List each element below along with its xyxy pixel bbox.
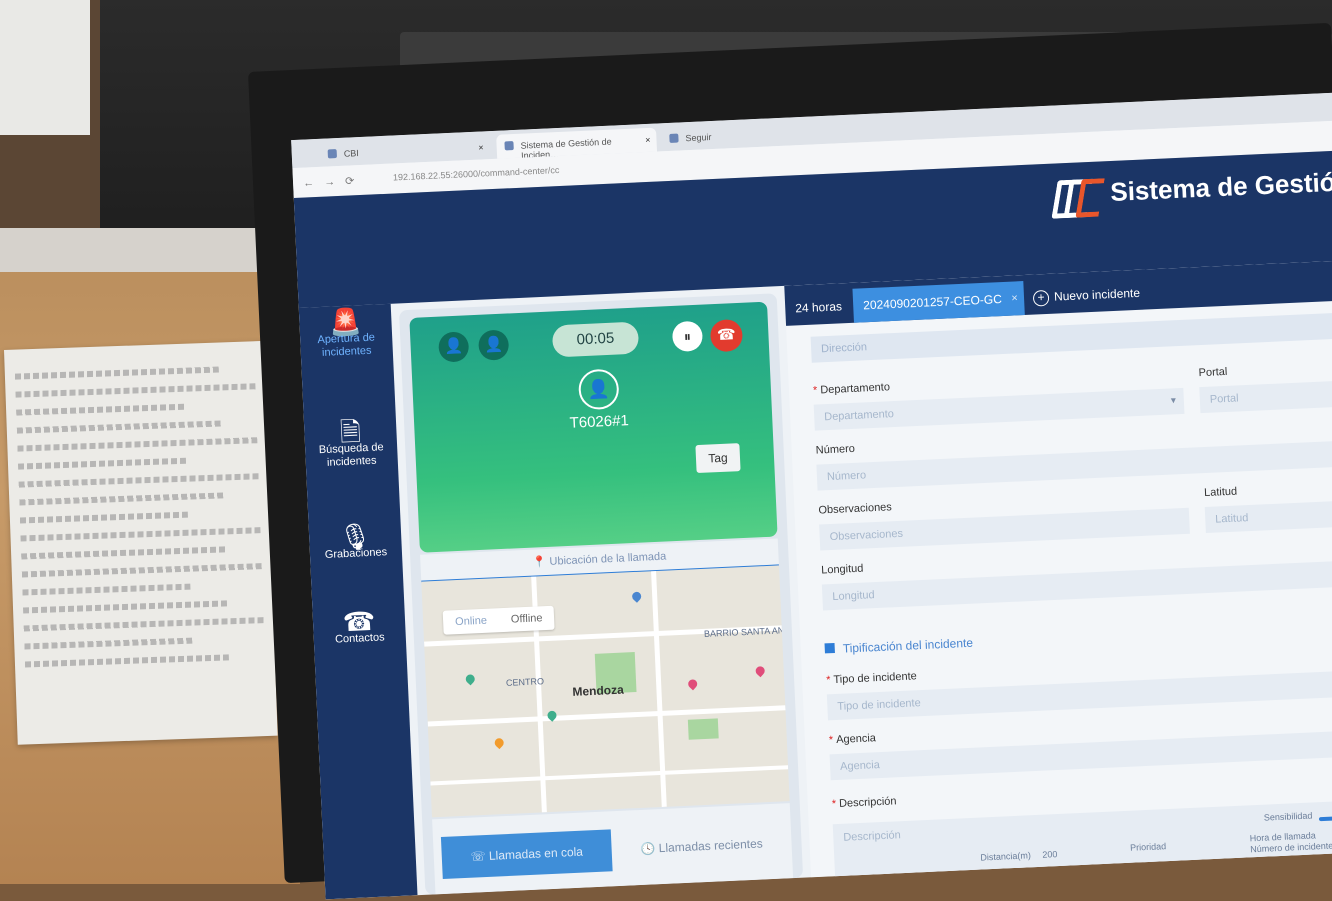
portal-input[interactable]: Portal: [1199, 380, 1332, 414]
longitud-label: Longitud: [820, 562, 864, 577]
distancia-value[interactable]: 200: [1042, 849, 1057, 860]
map-label: CENTRO: [505, 676, 545, 688]
observaciones-label: Observaciones: [818, 501, 893, 517]
map-pin-icon: [463, 672, 477, 686]
map-city-label: Mendoza: [572, 682, 625, 699]
tab-recent-calls[interactable]: 🕓 Llamadas recientes: [619, 822, 785, 871]
new-incident-button[interactable]: + Nuevo incidente: [1022, 275, 1150, 315]
latitud-input[interactable]: Latitud: [1204, 500, 1332, 534]
caller-id: T6026#1: [569, 412, 630, 432]
section-marker-icon: [824, 642, 835, 654]
sidebar-item-grabaciones[interactable]: 🎙 Grabaciones: [309, 520, 402, 563]
tipo-label: * Tipo de incidente: [825, 670, 918, 687]
caller-avatar-icon: 👤: [577, 368, 620, 411]
tab-favicon-icon: [669, 133, 679, 143]
map-pin-icon: [492, 736, 506, 750]
sidebar-item-contactos[interactable]: ☎ Contactos: [313, 605, 406, 647]
microphone-icon: 🎙: [338, 520, 373, 553]
sensibilidad-slider[interactable]: [1318, 815, 1332, 822]
sidebar: 🚨 Apertura de incidentes 🗎 Búsqueda de i…: [298, 303, 418, 900]
phone-icon: ☏: [470, 848, 490, 864]
incident-form-area: 24 horas 2024090201257-CEO-GC × + Nuevo i…: [784, 259, 1332, 885]
map-mode-online[interactable]: Online: [443, 608, 500, 635]
hang-up-button[interactable]: ☎: [709, 318, 744, 353]
monitor-bezel: CBI × Sistema de Gestión de Inciden… × S…: [248, 22, 1332, 900]
active-call-card: 👤 👤 00:05 ⏸ ☎ 👤 T6026#1 Tag: [409, 301, 778, 553]
sidebar-item-apertura[interactable]: 🚨 Apertura de incidentes: [299, 306, 393, 361]
departamento-label: * Departamento: [812, 381, 891, 397]
map-pin-icon: [630, 590, 644, 603]
agent-icon[interactable]: 👤: [477, 329, 510, 361]
app-title: Sistema de Gestión: [1109, 165, 1332, 207]
map-mode-offline[interactable]: Offline: [498, 606, 555, 632]
sidebar-item-busqueda[interactable]: 🗎 Búsqueda de incidentes: [304, 416, 398, 471]
plus-icon: +: [1032, 289, 1050, 307]
section-tipificacion: Tipificación del incidente: [824, 636, 973, 657]
app-logo-icon: [1051, 175, 1105, 219]
longitud-input[interactable]: Longitud: [821, 560, 1332, 611]
prioridad-select[interactable]: Prioridad: [1130, 841, 1166, 853]
latitud-label: Latitud: [1203, 485, 1238, 500]
close-icon[interactable]: ×: [1011, 281, 1019, 315]
map-park: [687, 718, 719, 740]
chevron-down-icon: ▾: [1170, 395, 1177, 407]
document-search-icon: 🗎: [339, 416, 362, 448]
tab-favicon-icon: [504, 141, 514, 151]
brand: Sistema de Gestión: [1051, 164, 1332, 219]
address-input[interactable]: Dirección: [810, 312, 1332, 363]
clock-icon: 🕓: [640, 841, 660, 856]
agent-icon[interactable]: 👤: [438, 331, 470, 363]
url-field[interactable]: 192.168.22.55:26000/command-center/cc: [393, 165, 560, 183]
location-pin-icon: 📍: [532, 555, 547, 569]
background-paper: [0, 0, 90, 135]
hold-call-button[interactable]: ⏸: [671, 320, 704, 353]
phone-book-icon: ☎: [342, 605, 376, 638]
map-pin-icon: [686, 677, 700, 691]
map-pin-icon: [753, 664, 767, 678]
screen: CBI × Sistema de Gestión de Inciden… × S…: [291, 92, 1332, 900]
agencia-input[interactable]: Agencia: [829, 730, 1332, 781]
tag-button[interactable]: Tag: [695, 443, 741, 474]
tab-favicon-icon: [327, 149, 337, 159]
incident-form: Dirección * Departamento Departamento ▾ P…: [786, 300, 1332, 885]
numero-input[interactable]: Número: [816, 440, 1332, 491]
close-icon[interactable]: ×: [645, 135, 651, 145]
call-queue-tabs: ☏ Llamadas en cola 🕓 Llamadas recientes: [432, 803, 794, 895]
tab-24-horas[interactable]: 24 horas: [785, 289, 853, 326]
map-label: BARRIO SANTA ANA: [703, 624, 790, 639]
agencia-label: * Agencia: [828, 732, 877, 747]
portal-label: Portal: [1198, 365, 1228, 380]
map-road: [430, 765, 789, 786]
call-panel: 👤 👤 00:05 ⏸ ☎ 👤 T6026#1 Tag 📍 Ubicación …: [398, 293, 804, 895]
pinned-paper-note: [4, 340, 278, 745]
nav-buttons[interactable]: ←→⟳: [303, 174, 365, 190]
descripcion-label: * Descripción: [831, 795, 897, 811]
close-icon[interactable]: ×: [478, 142, 484, 152]
call-location-map[interactable]: Mendoza CENTRO BARRIO SANTA ANA Online O…: [421, 565, 790, 818]
tab-queued-calls[interactable]: ☏ Llamadas en cola: [440, 829, 613, 879]
call-timer: 00:05: [551, 321, 640, 358]
map-road: [427, 705, 786, 727]
departamento-select[interactable]: Departamento ▾: [813, 387, 1185, 431]
map-mode-toggle[interactable]: Online Offline: [442, 605, 556, 635]
observaciones-input[interactable]: Observaciones: [819, 507, 1190, 551]
siren-icon: 🚨: [328, 306, 363, 338]
numero-label: Número: [815, 442, 856, 457]
